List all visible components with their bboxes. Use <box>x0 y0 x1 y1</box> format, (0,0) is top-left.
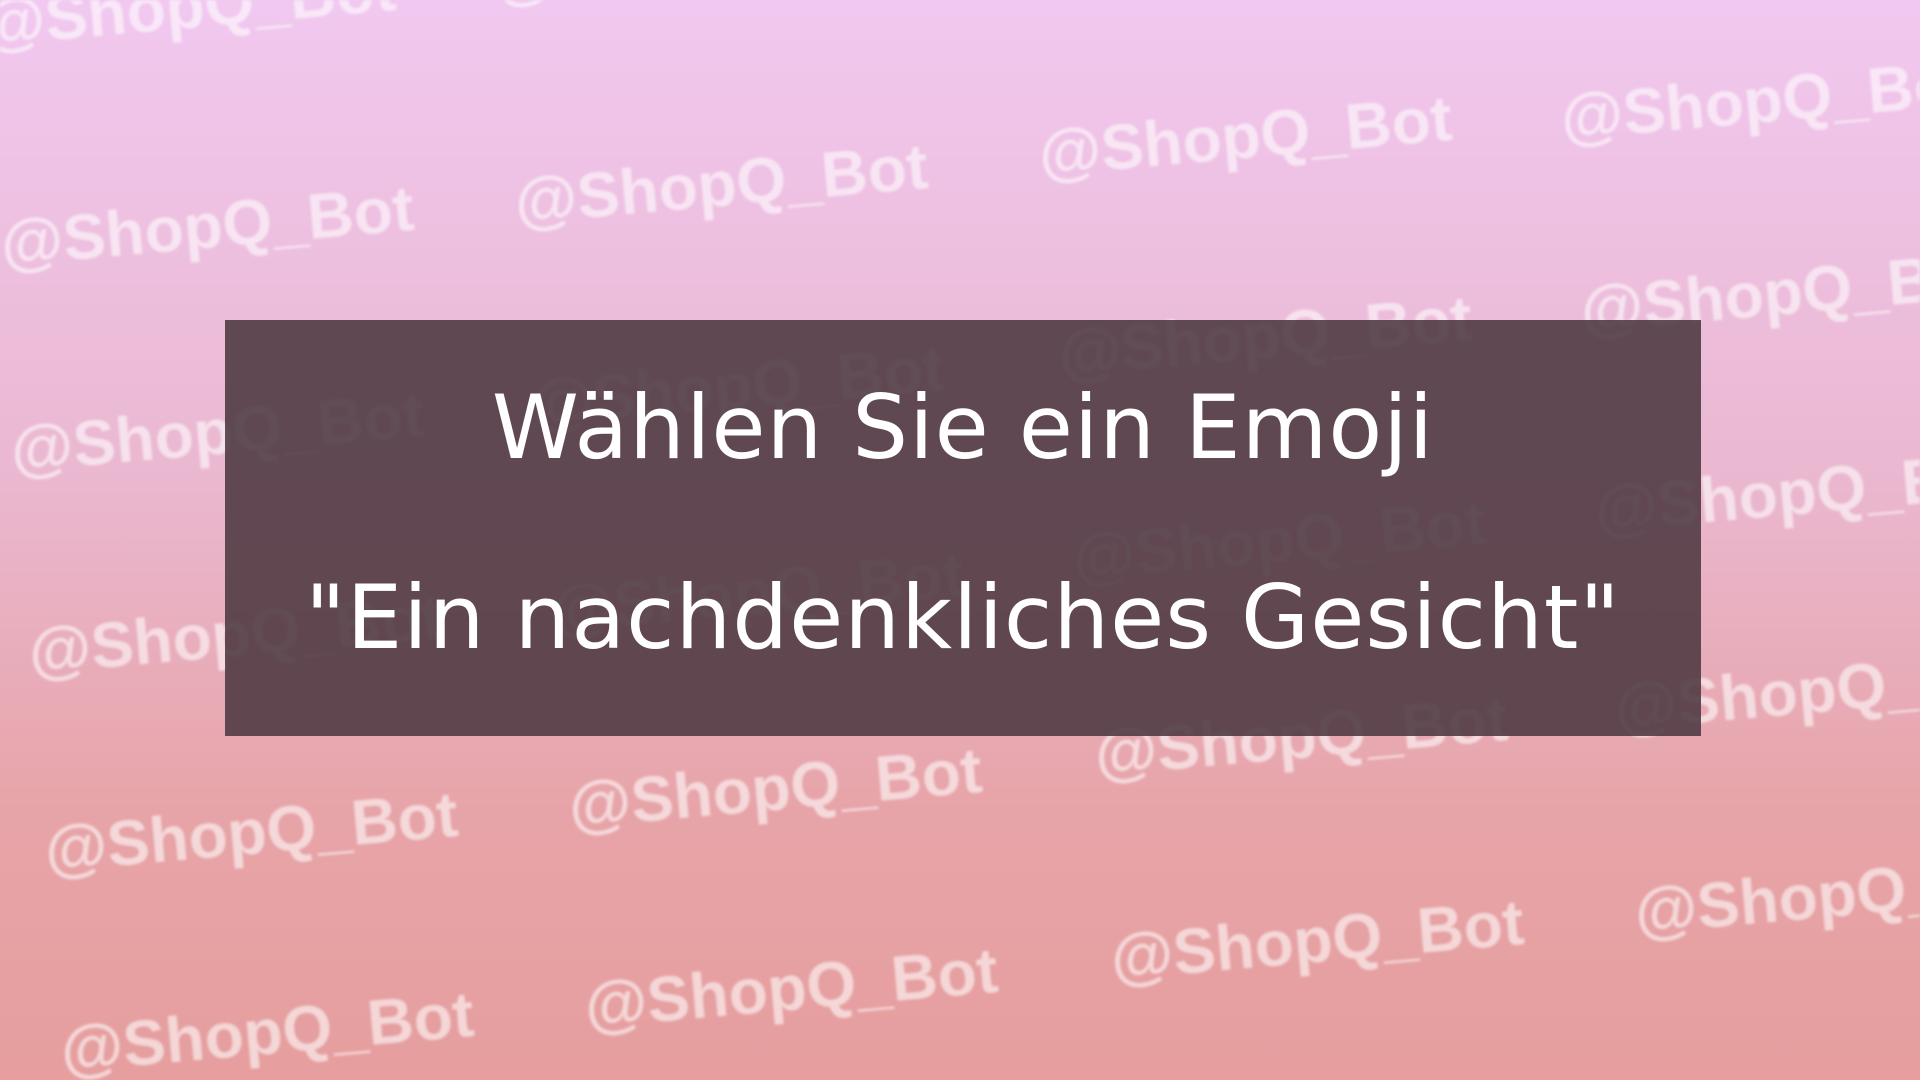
watermark-text: @ShopQ_Bot <box>565 733 985 842</box>
watermark-text: @ShopQ_Bot <box>57 977 477 1080</box>
watermark-text: @ShopQ_Bot <box>1035 81 1455 190</box>
watermark-text: @ShopQ_Bot <box>581 933 1001 1042</box>
emoji-prompt-panel: Wählen Sie ein Emoji "Ein nachdenkliches… <box>225 320 1701 736</box>
watermark-text: @ShopQ_Bot <box>1557 45 1920 154</box>
watermark-text: @ShopQ_Bot <box>1107 885 1527 994</box>
watermark-text: @ShopQ_Bot <box>0 0 399 60</box>
prompt-title: Wählen Sie ein Emoji <box>491 376 1435 479</box>
watermark-text: @ShopQ_Bot <box>41 777 461 886</box>
watermark-text: @ShopQ_Bot <box>1631 839 1920 948</box>
emoji-description: "Ein nachdenkliches Gesicht" <box>305 566 1621 669</box>
watermark-text: @ShopQ_Bot <box>490 0 909 14</box>
watermark-text: @ShopQ_Bot <box>0 171 417 280</box>
watermark-text: @ShopQ_Bot <box>511 129 931 238</box>
